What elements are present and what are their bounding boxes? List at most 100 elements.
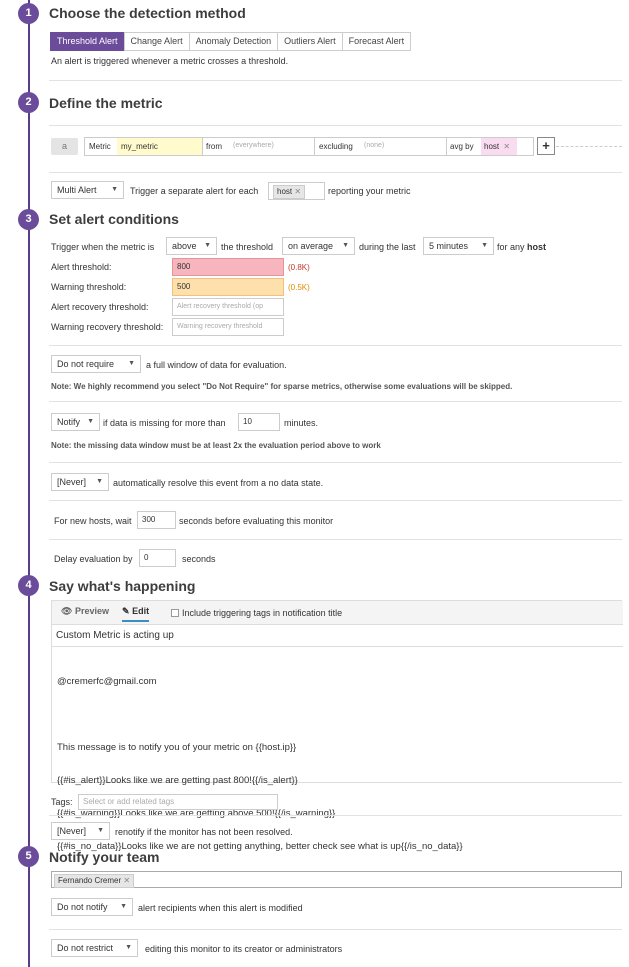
- notify-modified-value: Do not notify: [57, 902, 108, 912]
- recipient-tag: Fernando Cremer ✕: [54, 874, 135, 888]
- missing-data-note: Note: the missing data window must be at…: [51, 441, 381, 450]
- during-text: during the last: [359, 242, 416, 252]
- body-line: @cremerfc@gmail.com: [57, 676, 157, 687]
- avg-by-label: avg by: [450, 142, 474, 151]
- group-by-field[interactable]: host ✕: [268, 182, 325, 200]
- avg-by-field[interactable]: host ✕: [481, 138, 517, 155]
- metric-label: Metric: [89, 142, 111, 151]
- window-select[interactable]: 5 minutes ▼: [423, 237, 494, 255]
- tab-threshold-alert[interactable]: Threshold Alert: [50, 32, 125, 51]
- message-editor: 👁 Preview ✎ Edit Include triggering tags…: [51, 600, 623, 852]
- metric-query-row: Metric my_metric from (everywhere) exclu…: [84, 137, 534, 156]
- query-letter: a: [51, 138, 78, 155]
- section-title-detection: Choose the detection method: [49, 5, 246, 21]
- alert-recovery-input[interactable]: Alert recovery threshold (op: [172, 298, 284, 316]
- separator: [314, 138, 315, 155]
- separator: [202, 138, 203, 155]
- metric-name-field[interactable]: my_metric: [117, 138, 202, 155]
- add-query-button[interactable]: +: [537, 137, 555, 155]
- body-line: {{#is_alert}}Looks like we are getting p…: [57, 775, 298, 786]
- auto-resolve-value: [Never]: [57, 477, 87, 487]
- alert-type-select[interactable]: Multi Alert ▼: [51, 181, 124, 199]
- restrict-edit-select[interactable]: Do not restrict ▼: [51, 939, 138, 957]
- new-host-delay-input[interactable]: 300: [137, 511, 176, 529]
- delay-prefix: Delay evaluation by: [54, 554, 133, 564]
- threshold-text: the threshold: [221, 242, 274, 252]
- preview-label: Preview: [74, 606, 109, 616]
- warning-recovery-label: Warning recovery threshold:: [51, 322, 164, 332]
- tab-preview[interactable]: 👁 Preview: [61, 606, 109, 617]
- body-line: [57, 709, 463, 720]
- tab-edit[interactable]: ✎ Edit: [122, 606, 150, 622]
- divider: [49, 80, 622, 81]
- remove-tag-icon[interactable]: ✕: [123, 876, 130, 885]
- alert-type-value: Multi Alert: [57, 185, 97, 195]
- divider: [49, 345, 622, 346]
- section-title-metric: Define the metric: [49, 95, 163, 111]
- warning-recovery-input[interactable]: Warning recovery threshold: [172, 318, 284, 336]
- require-window-text: a full window of data for evaluation.: [146, 360, 287, 370]
- auto-resolve-select[interactable]: [Never] ▼: [51, 473, 109, 491]
- divider: [49, 125, 622, 126]
- section-title-notify: Notify your team: [49, 849, 160, 865]
- remove-tag-icon[interactable]: ✕: [503, 142, 510, 151]
- require-window-note: Note: We highly recommend you select "Do…: [51, 382, 513, 391]
- for-any-label: for any: [497, 242, 525, 252]
- missing-minutes-input[interactable]: 10: [238, 413, 280, 431]
- warning-threshold-label: Warning threshold:: [51, 282, 127, 292]
- remove-tag-icon[interactable]: ✕: [294, 187, 301, 196]
- avg-by-tag: host: [484, 142, 500, 151]
- aggregation-select[interactable]: on average ▼: [282, 237, 355, 255]
- notify-modified-text: alert recipients when this alert is modi…: [138, 903, 303, 913]
- evaluation-delay-input[interactable]: 0: [139, 549, 176, 567]
- group-suffix-text: reporting your metric: [328, 186, 411, 196]
- include-tags-checkbox[interactable]: [171, 609, 179, 617]
- tags-input[interactable]: Select or add related tags: [78, 794, 278, 810]
- tab-change-alert[interactable]: Change Alert: [123, 32, 190, 51]
- chevron-down-icon: ▼: [481, 242, 488, 249]
- chevron-down-icon: ▼: [125, 944, 132, 951]
- window-value: 5 minutes: [429, 241, 469, 251]
- alert-threshold-input[interactable]: 800: [172, 258, 284, 276]
- restrict-edit-value: Do not restrict: [57, 943, 114, 953]
- tab-anomaly-detection[interactable]: Anomaly Detection: [188, 32, 279, 51]
- alert-threshold-hint: (0.8K): [288, 263, 310, 272]
- chevron-down-icon: ▼: [97, 827, 104, 834]
- separator: [446, 138, 447, 155]
- notify-missing-value: Notify: [57, 417, 81, 427]
- divider: [49, 462, 622, 463]
- notify-modified-select[interactable]: Do not notify ▼: [51, 898, 133, 916]
- require-window-select[interactable]: Do not require ▼: [51, 355, 141, 373]
- chevron-down-icon: ▼: [111, 186, 118, 193]
- section-title-conditions: Set alert conditions: [49, 211, 179, 227]
- notify-missing-select[interactable]: Notify ▼: [51, 413, 100, 431]
- excluding-label: excluding: [319, 142, 353, 151]
- from-field[interactable]: (everywhere): [233, 142, 274, 149]
- excluding-field[interactable]: (none): [364, 142, 384, 149]
- divider: [49, 172, 622, 173]
- tab-forecast-alert[interactable]: Forecast Alert: [341, 32, 412, 51]
- tab-outliers-alert[interactable]: Outliers Alert: [277, 32, 343, 51]
- chevron-down-icon: ▼: [87, 418, 94, 425]
- minutes-text: minutes.: [284, 418, 319, 428]
- detection-description: An alert is triggered whenever a metric …: [51, 56, 289, 66]
- step-4-badge: 4: [18, 575, 39, 596]
- group-tag-label: host: [277, 187, 293, 196]
- chevron-down-icon: ▼: [96, 478, 103, 485]
- new-host-suffix: seconds before evaluating this monitor: [179, 516, 334, 526]
- recipients-field[interactable]: Fernando Cremer ✕: [51, 871, 622, 888]
- comparator-select[interactable]: above ▼: [166, 237, 217, 255]
- chevron-down-icon: ▼: [128, 360, 135, 367]
- divider: [49, 929, 622, 930]
- warning-threshold-hint: (0.5K): [288, 283, 310, 292]
- divider: [556, 146, 622, 147]
- chevron-down-icon: ▼: [120, 903, 127, 910]
- renotify-text: renotify if the monitor has not been res…: [115, 827, 293, 837]
- message-title-input[interactable]: Custom Metric is acting up: [52, 626, 623, 647]
- group-tag: host ✕: [273, 185, 306, 199]
- chevron-down-icon: ▼: [342, 242, 349, 249]
- renotify-select[interactable]: [Never] ▼: [51, 822, 110, 840]
- warning-threshold-input[interactable]: 500: [172, 278, 284, 296]
- message-body-textarea[interactable]: @cremerfc@gmail.com This message is to n…: [57, 654, 463, 874]
- pencil-icon: ✎: [122, 606, 130, 616]
